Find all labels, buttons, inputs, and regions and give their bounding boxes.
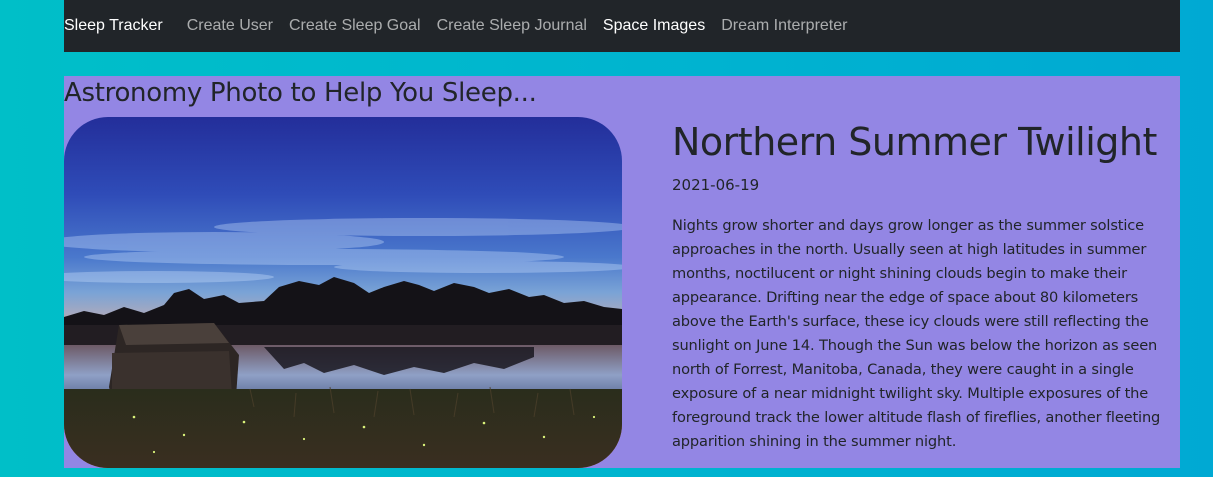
navbar-brand[interactable]: Sleep Tracker <box>64 17 163 35</box>
astronomy-photo-panel: Astronomy Photo to Help You Sleep... Nor… <box>64 76 1180 468</box>
apod-explanation: Nights grow shorter and days grow longer… <box>672 216 1161 450</box>
apod-date: 2021-06-19 <box>672 175 760 194</box>
nav-link-space-images[interactable]: Space Images <box>603 17 705 35</box>
panel-heading: Astronomy Photo to Help You Sleep... <box>64 78 537 108</box>
astronomy-photo <box>64 117 622 468</box>
top-navbar: Sleep Tracker Create User Create Sleep G… <box>64 0 1180 52</box>
nav-link-dream-interpreter[interactable]: Dream Interpreter <box>721 17 847 35</box>
nav-link-create-sleep-journal[interactable]: Create Sleep Journal <box>437 17 587 35</box>
nav-link-create-sleep-goal[interactable]: Create Sleep Goal <box>289 17 421 35</box>
nav-link-create-user[interactable]: Create User <box>187 17 273 35</box>
apod-details: Northern Summer Twilight 2021-06-19 Nigh… <box>672 120 1180 454</box>
apod-title: Northern Summer Twilight <box>672 120 1157 164</box>
